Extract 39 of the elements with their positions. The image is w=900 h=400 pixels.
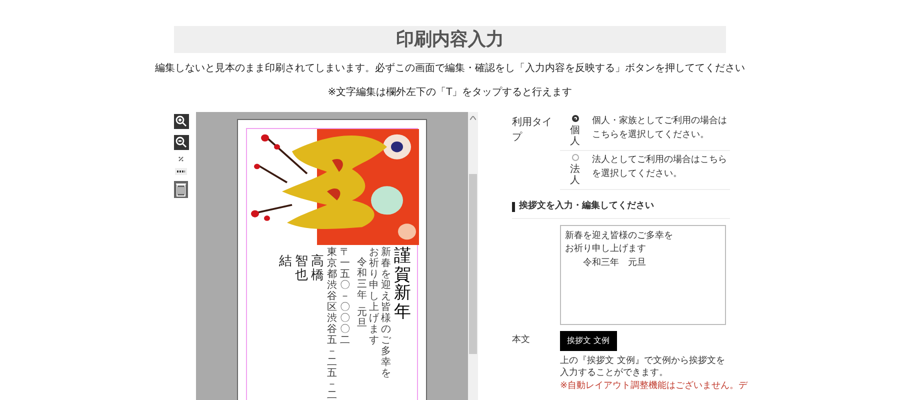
address-line: 〒一五〇－〇〇〇二 xyxy=(340,247,350,348)
usage-option[interactable]: 個人 個人・家族としてご利用の場合はこちらを選択してください。 xyxy=(560,112,730,151)
example-button[interactable]: 挨拶文 文例 xyxy=(560,330,617,350)
field-text-line: 令和三年 元旦 xyxy=(582,256,646,270)
greeting-line: お祈り申し上げます xyxy=(369,247,379,348)
greeting-line: 新春を迎え皆様のご多幸を xyxy=(381,247,391,379)
scrollbar-track[interactable] xyxy=(468,112,478,400)
greeting-text-field[interactable]: 新春を迎え皆様のご多幸を お祈り申し上げます 令和三年 元旦 xyxy=(560,224,726,324)
scrollbar-thumb[interactable] xyxy=(469,174,477,354)
percent-icon[interactable] xyxy=(178,156,184,162)
help-text: 上の『挨拶文 文例』で文例から挨拶文を入力することができます。 xyxy=(560,354,726,380)
trash-icon[interactable] xyxy=(174,181,188,198)
option-description: 法人としてご利用の場合はこちらを選択してください。 xyxy=(591,154,728,180)
date-text: 元旦 xyxy=(357,307,367,329)
field-text-line: お祈り申し上げます xyxy=(565,243,646,256)
tip-text: ※文字編集は欄外左下の「T」をタップすると行えます xyxy=(328,86,572,100)
sender-name: 結 xyxy=(279,253,292,269)
warning-text: ※自動レイアウト調整機能はございません。デ xyxy=(560,380,748,392)
greeting-section-heading: 挨拶文を入力・編集してください xyxy=(519,200,654,213)
field-text-line: 新春を迎え皆様のご多幸を xyxy=(565,230,673,242)
page-title: 印刷内容入力 xyxy=(396,28,504,52)
new-year-heading: 謹賀新年 xyxy=(394,247,411,322)
radio-button[interactable] xyxy=(572,115,578,122)
radio-button[interactable] xyxy=(572,154,578,161)
body-label: 本文 xyxy=(512,334,531,347)
address-line: 東京都渋谷区渋谷五－二五－二 xyxy=(327,247,337,400)
notice-text: 編集しないと見本のまま印刷されてしまいます。必ずこの画面で編集・確認をし「入力内容を反映する」ボタンを押しててください xyxy=(155,62,745,76)
sender-name: 智也 xyxy=(295,253,308,286)
usage-type-label: 利用タイプ xyxy=(512,116,553,145)
date-text: 令和三年 xyxy=(357,257,367,301)
option-label: 法人 xyxy=(570,164,580,186)
zoom-out-icon[interactable] xyxy=(174,135,188,150)
usage-option[interactable]: 法人 法人としてご利用の場合はこちらを選択してください。 xyxy=(560,151,730,190)
sender-name: 高橋 xyxy=(311,254,324,284)
auto-layout-icon[interactable] xyxy=(175,168,187,175)
scroll-up-icon[interactable] xyxy=(470,116,476,120)
zoom-in-icon[interactable] xyxy=(174,114,188,129)
option-label: 個人 xyxy=(570,125,580,147)
option-description: 個人・家族としてご利用の場合はこちらを選択してください。 xyxy=(591,115,728,142)
